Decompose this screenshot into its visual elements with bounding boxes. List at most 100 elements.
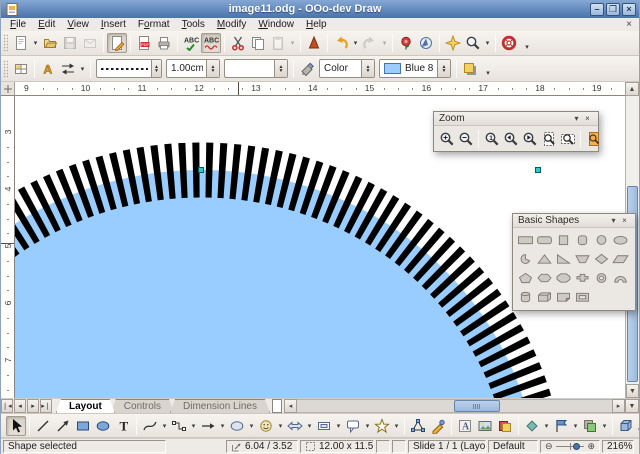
connector-button[interactable] [169,416,189,436]
tab-splitter[interactable] [272,399,282,413]
scroll-down-button[interactable]: ▼ [626,384,639,398]
toolbar-grip[interactable] [3,34,8,52]
new-document-button-dropdown[interactable]: ▾ [31,33,40,53]
shape-rounded-rectangle[interactable] [535,230,554,249]
menu-view[interactable]: View [61,18,95,31]
symbol-shapes-button-dropdown[interactable]: ▾ [276,416,285,436]
menu-tools[interactable]: Tools [176,18,211,31]
ellipse-button[interactable] [93,416,113,436]
shape-cube[interactable] [535,287,554,306]
tab-controls[interactable]: Controls [111,399,174,413]
line-color-spinner[interactable]: ▲▼ [274,60,287,77]
export-pdf-button[interactable]: PDF [134,33,154,53]
shape-isosceles-triangle[interactable] [535,249,554,268]
toolbar-overflow-button[interactable]: ▾ [482,59,494,79]
new-document-button[interactable] [11,33,31,53]
vertical-ruler[interactable]: 34567 [1,96,15,398]
shape-frame[interactable] [573,287,592,306]
arrow-style-button[interactable] [58,59,78,79]
close-button[interactable]: × [622,3,636,16]
object-zoom-button[interactable] [584,128,603,149]
undo-button[interactable] [331,33,351,53]
zoom-slider-thumb[interactable] [573,443,580,450]
toolbar-overflow-button[interactable]: ▾ [521,33,533,53]
display-snap-lines-button[interactable] [443,33,463,53]
shape-folded-corner[interactable] [554,287,573,306]
ruler-origin-button[interactable] [1,82,15,96]
basic-shapes-button[interactable] [227,416,247,436]
menu-window[interactable]: Window [252,18,300,31]
zoom-entire-page-button[interactable] [539,128,558,149]
symbol-shapes-button[interactable] [256,416,276,436]
copy-button[interactable] [248,33,268,53]
maximize-button[interactable]: ❐ [606,3,620,16]
basic-shapes-palette-titlebar[interactable]: Basic Shapes ▾ × [513,214,635,228]
shape-diamond[interactable] [592,249,611,268]
menu-modify[interactable]: Modify [211,18,252,31]
curve-button[interactable] [140,416,160,436]
arrow-style-dropdown[interactable]: ▾ [78,59,87,79]
zoom-page-width-button[interactable] [558,128,577,149]
shadow-button[interactable] [460,59,480,79]
navigator-button[interactable] [416,33,436,53]
paste-button-dropdown[interactable]: ▾ [288,33,297,53]
callouts-button[interactable] [343,416,363,436]
menu-edit[interactable]: Edit [32,18,61,31]
alignment-button[interactable] [551,416,571,436]
document-as-email-button[interactable] [80,33,100,53]
zoom-in-slider-button[interactable]: ⊕ [587,442,595,451]
first-slide-button[interactable]: ❘◂ [1,399,13,413]
toolbar-overflow-button[interactable]: ▾ [638,416,639,436]
help-button[interactable] [499,33,519,53]
paste-button[interactable] [268,33,288,53]
area-style-button[interactable] [297,59,317,79]
horizontal-ruler[interactable]: 910111213141516171819 [15,82,625,96]
scroll-up-button[interactable]: ▲ [625,82,639,96]
line-width-input[interactable]: 1.00cm ▲▼ [166,59,220,78]
shape-trapezoid[interactable] [573,249,592,268]
zoom-level[interactable]: 216% [602,440,634,453]
zoom-button[interactable] [463,33,483,53]
fill-color-spinner[interactable]: ▲▼ [437,60,450,77]
extrusion-button[interactable] [616,416,636,436]
shape-rectangle[interactable] [516,230,535,249]
palette-menu-button[interactable]: ▾ [608,216,619,225]
shape-cross[interactable] [573,268,592,287]
minimize-button[interactable]: – [590,3,604,16]
lines-and-arrows-button-dropdown[interactable]: ▾ [218,416,227,436]
arrange-button[interactable] [580,416,600,436]
zoom-in-button[interactable] [437,128,456,149]
zoom-palette-titlebar[interactable]: Zoom ▾ × [434,112,598,126]
rectangle-button[interactable] [73,416,93,436]
stars-button-dropdown[interactable]: ▾ [392,416,401,436]
line-ends-arrow-button[interactable] [53,416,73,436]
fill-color-select[interactable]: Blue 8 ▲▼ [379,59,451,78]
arrange-button-dropdown[interactable]: ▾ [600,416,609,436]
text-button[interactable]: T [113,416,133,436]
menu-file[interactable]: File [4,18,32,31]
fontwork-button[interactable]: A [455,416,475,436]
block-arrows-button[interactable] [285,416,305,436]
spellcheck-button[interactable]: ABC [181,33,201,53]
shape-ring[interactable] [592,268,611,287]
tab-dimension-lines[interactable]: Dimension Lines [170,399,270,413]
glue-points-button[interactable] [428,416,448,436]
scroll-left-button[interactable]: ◂ [284,399,297,413]
palette-close-button[interactable]: × [619,216,630,225]
line-color-select[interactable]: ▲▼ [224,59,288,78]
gallery-button[interactable] [495,416,515,436]
toolbar-grip[interactable] [3,60,8,78]
line-button[interactable] [33,416,53,436]
rotate-button-dropdown[interactable]: ▾ [542,416,551,436]
select-button[interactable] [6,416,26,436]
palette-close-button[interactable]: × [582,114,593,123]
open-button[interactable] [40,33,60,53]
page-style[interactable]: Default [488,440,538,453]
shape-block-arc[interactable] [611,268,630,287]
print-button[interactable] [154,33,174,53]
shape-right-triangle[interactable] [554,249,573,268]
shape-cylinder[interactable] [516,287,535,306]
next-slide-button[interactable]: ▸ [27,399,39,413]
zoom-slider-track[interactable] [556,442,585,451]
rotate-button[interactable] [522,416,542,436]
